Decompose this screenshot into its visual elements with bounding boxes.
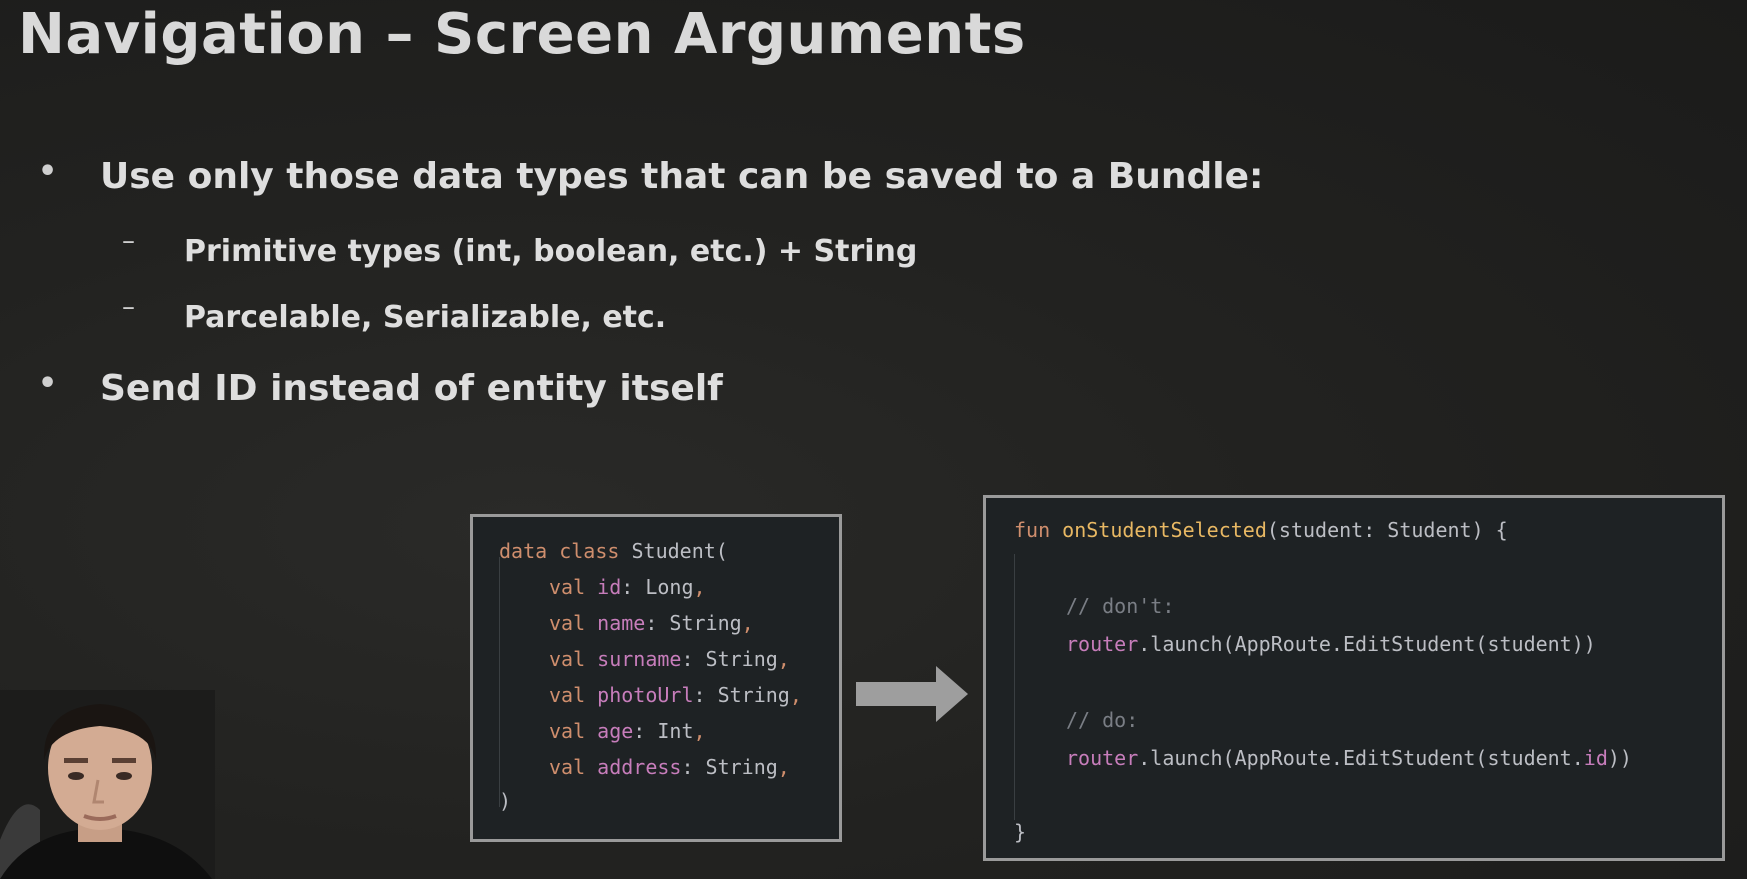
code-property: surname: [597, 647, 682, 671]
bullet-marker: •: [38, 366, 58, 401]
code-keyword: val: [549, 575, 586, 599]
code-comment: // do:: [1066, 708, 1139, 732]
code-line: val photoUrl: String,: [549, 683, 802, 707]
code-keyword: class: [559, 539, 620, 563]
code-type: : String: [693, 683, 790, 707]
code-keyword: fun: [1014, 518, 1051, 542]
code-comma: ,: [693, 575, 706, 599]
code-type: : String: [645, 611, 742, 635]
code-object: router: [1066, 632, 1139, 656]
bullet-marker: •: [38, 154, 58, 189]
code-class-name: Student(: [631, 539, 728, 563]
code-function-name: onStudentSelected: [1062, 518, 1267, 542]
code-signature: (student: Student) {: [1266, 518, 1508, 542]
code-block-data-class: data class Student( val id: Long, val na…: [470, 514, 842, 842]
code-line: fun onStudentSelected(student: Student) …: [1014, 518, 1508, 542]
code-call-end: )): [1607, 746, 1632, 770]
code-comma: ,: [777, 755, 790, 779]
code-keyword: val: [549, 719, 586, 743]
bullet-item: • Use only those data types that can be …: [38, 154, 1264, 197]
code-line: val address: String,: [549, 755, 790, 779]
presenter-webcam: [0, 690, 215, 879]
indent-guide: [1014, 554, 1015, 820]
code-line: val id: Long,: [549, 575, 706, 599]
code-keyword: val: [549, 647, 586, 671]
presenter-figure: [0, 690, 215, 879]
code-block-function: fun onStudentSelected(student: Student) …: [983, 495, 1725, 861]
code-type: : Long: [621, 575, 694, 599]
slide-title: Navigation – Screen Arguments: [18, 2, 1026, 67]
code-type: : Int: [633, 719, 694, 743]
right-arrow-icon: [856, 666, 968, 722]
code-line: // don't:: [1066, 594, 1174, 618]
bullet-item: • Send ID instead of entity itself: [38, 366, 723, 409]
code-line: router.launch(AppRoute.EditStudent(stude…: [1066, 632, 1596, 656]
code-line: val age: Int,: [549, 719, 706, 743]
code-keyword: data: [499, 539, 548, 563]
bullet-text: Use only those data types that can be sa…: [100, 156, 1264, 197]
code-keyword: val: [549, 683, 586, 707]
code-comma: ,: [777, 647, 790, 671]
code-property: address: [597, 755, 682, 779]
sub-bullet-text: Primitive types (int, boolean, etc.) + S…: [184, 234, 918, 269]
sub-bullet-marker: –: [122, 226, 135, 256]
code-comma: ,: [693, 719, 706, 743]
code-type: : String: [681, 647, 778, 671]
code-property: age: [597, 719, 634, 743]
sub-bullet-item: – Primitive types (int, boolean, etc.) +…: [122, 226, 918, 269]
code-property: id: [1583, 746, 1608, 770]
bullet-text: Send ID instead of entity itself: [100, 368, 723, 409]
right-arrow-shape: [856, 666, 968, 722]
presenter-eyebrow: [112, 758, 136, 763]
sub-bullet-text: Parcelable, Serializable, etc.: [184, 300, 667, 335]
code-line: val surname: String,: [549, 647, 790, 671]
code-line: data class Student(: [499, 539, 728, 563]
code-keyword: val: [549, 755, 586, 779]
code-type: : String: [681, 755, 778, 779]
code-closing-brace: }: [1014, 820, 1027, 844]
code-comma: ,: [789, 683, 802, 707]
code-keyword: val: [549, 611, 586, 635]
code-line: }: [1014, 820, 1026, 844]
code-property: name: [597, 611, 646, 635]
code-comma: ,: [741, 611, 754, 635]
indent-guide: [499, 557, 500, 807]
code-line: router.launch(AppRoute.EditStudent(stude…: [1066, 746, 1632, 770]
code-object: router: [1066, 746, 1139, 770]
code-call: .launch(AppRoute.EditStudent(student)): [1138, 632, 1596, 656]
code-closing-paren: ): [499, 789, 512, 813]
sub-bullet-marker: –: [122, 292, 135, 322]
code-line: ): [499, 789, 511, 813]
code-line: // do:: [1066, 708, 1138, 732]
code-property: photoUrl: [597, 683, 694, 707]
presenter-eyebrow: [64, 758, 88, 763]
code-call: .launch(AppRoute.EditStudent(student.: [1138, 746, 1584, 770]
sub-bullet-item: – Parcelable, Serializable, etc.: [122, 292, 667, 335]
presenter-eye: [116, 772, 132, 780]
presenter-eye: [68, 772, 84, 780]
code-property: id: [597, 575, 622, 599]
code-comment: // don't:: [1066, 594, 1175, 618]
code-line: val name: String,: [549, 611, 754, 635]
